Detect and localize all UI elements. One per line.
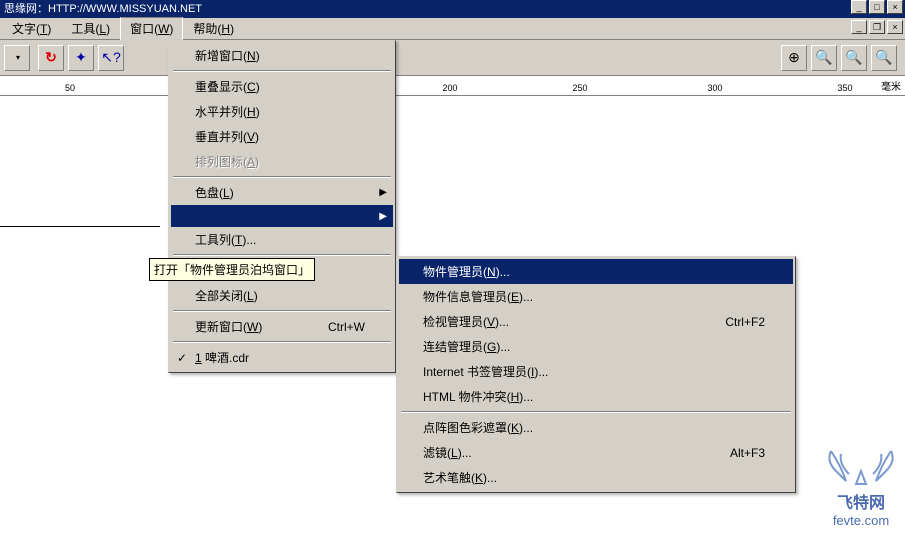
watermark-text-2: fevte.com [821,513,901,528]
menu-tile-horizontal[interactable]: 水平并列(H) [171,99,393,124]
help-pointer-icon: ↖? [101,49,121,66]
zoom-in-icon: 🔍 [815,49,832,66]
close-button[interactable]: × [887,0,903,14]
zoom-page-icon: 🔍 [875,49,892,66]
watermark: 飞特网 fevte.com [821,446,901,528]
zoom-selection-button[interactable]: 🔍 [841,45,867,71]
menu-tile-vertical[interactable]: 垂直并列(V) [171,124,393,149]
watermark-text-1: 飞特网 [821,489,901,513]
separator [173,310,391,312]
check-icon: ✓ [177,351,187,365]
menu-new-window[interactable]: 新增窗口(N) [171,43,393,68]
menu-help[interactable]: 帮助(H) [183,17,244,40]
zoom-fit-icon: ⊕ [788,49,800,66]
sparkle-icon: ✦ [75,49,87,66]
effects-button[interactable]: ✦ [68,45,94,71]
refresh-icon: ↻ [45,49,57,66]
zoom-in-button[interactable]: 🔍 [811,45,837,71]
separator [173,70,391,72]
ruler-tick: 50 [65,83,75,93]
menu-cascade[interactable]: 重叠显示(C) [171,74,393,99]
submenu-bitmap-color-mask[interactable]: 点阵图色彩遮罩(K)... [399,415,793,440]
menu-text[interactable]: 文字(T) [2,17,61,40]
separator [173,254,391,256]
wings-icon [821,446,901,486]
mdi-minimize-button[interactable]: _ [851,20,867,34]
mdi-buttons: _ ❐ × [851,20,903,34]
title-bar: 思缘网：HTTP://WWW.MISSYUAN.NET _ □ × [0,0,905,18]
ruler-tick: 350 [837,83,852,93]
submenu-link-manager[interactable]: 连结管理员(G)... [399,334,793,359]
submenu-arrow-icon: ▶ [379,187,387,198]
tooltip: 打开「物件管理员泊坞窗口」 [149,258,315,281]
ruler-unit: 毫米 [881,78,901,93]
menu-doc-1[interactable]: ✓1 啤酒.cdr [171,345,393,370]
toolbar: ▾ ↻ ✦ ↖? ⊕ 🔍 🔍 🔍 [0,40,905,76]
menu-refresh-window[interactable]: 更新窗口(W)Ctrl+W [171,314,393,339]
zoom-page-button[interactable]: 🔍 [871,45,897,71]
ruler-tick: 200 [442,83,457,93]
menu-arrange-icons: 排列图标(A) [171,149,393,174]
submenu-object-manager[interactable]: 物件管理员(N)... [399,259,793,284]
tooltip-text: 打开「物件管理员泊坞窗口」 [154,263,310,277]
menu-tools[interactable]: 工具(L) [61,17,120,40]
zoom-fit-button[interactable]: ⊕ [781,45,807,71]
mdi-restore-button[interactable]: ❐ [869,20,885,34]
zoom-selection-icon: 🔍 [845,49,862,66]
tool-dropdown-button[interactable]: ▾ [4,45,30,71]
minimize-button[interactable]: _ [851,0,867,14]
help-pointer-button[interactable]: ↖? [98,45,124,71]
ruler-tick: 250 [572,83,587,93]
title-bar-text: 思缘网：HTTP://WWW.MISSYUAN.NET [4,0,202,18]
window-dropdown: 新增窗口(N) 重叠显示(C) 水平并列(H) 垂直并列(V) 排列图标(A) … [168,40,396,373]
maximize-button[interactable]: □ [869,0,885,14]
horizontal-line [0,226,160,227]
separator [401,411,791,413]
submenu-lens[interactable]: 滤镜(L)...Alt+F3 [399,440,793,465]
separator [173,176,391,178]
titlebar-buttons: _ □ × [851,0,905,18]
separator [173,341,391,343]
submenu-artistic-media[interactable]: 艺术笔触(K)... [399,465,793,490]
menu-color-palette[interactable]: 色盘(L)▶ [171,180,393,205]
menu-bar: 文字(T) 工具(L) 窗口(W) 帮助(H) [0,18,905,40]
submenu-object-data[interactable]: 物件信息管理员(E)... [399,284,793,309]
menu-close-all[interactable]: 全部关闭(L) [171,283,393,308]
dockers-submenu: 物件管理员(N)... 物件信息管理员(E)... 检视管理员(V)...Ctr… [396,256,796,493]
ruler-tick: 300 [707,83,722,93]
submenu-view-manager[interactable]: 检视管理员(V)...Ctrl+F2 [399,309,793,334]
chevron-down-icon: ▾ [16,53,20,62]
horizontal-ruler: 50 200 250 300 350 毫米 [0,76,905,96]
mdi-close-button[interactable]: × [887,20,903,34]
submenu-internet-bookmark[interactable]: Internet 书签管理员(I)... [399,359,793,384]
menu-window[interactable]: 窗口(W) [120,17,183,40]
refresh-button[interactable]: ↻ [38,45,64,71]
submenu-html-conflict[interactable]: HTML 物件冲突(H)... [399,384,793,409]
submenu-arrow-icon: ▶ [379,211,387,222]
menu-toolbars[interactable]: 工具列(T)... [171,227,393,252]
menu-dockers[interactable]: ▶ [171,205,393,227]
